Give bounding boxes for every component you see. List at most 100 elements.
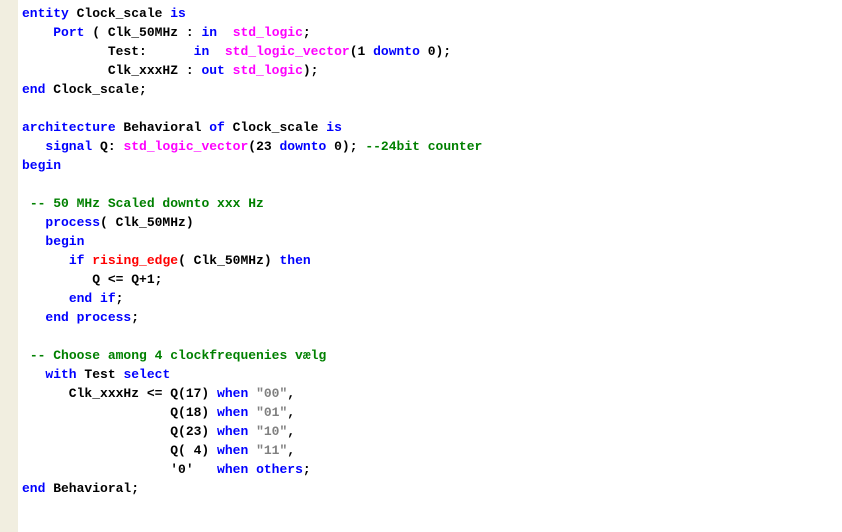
token-kw: begin [22,158,61,173]
code-line: Q(18) when "01", [22,403,838,422]
token-comment: --24bit counter [365,139,482,154]
token-plain [248,462,256,477]
token-kw: end [69,291,92,306]
token-plain: Clk_xxxHz <= Q(17) [22,386,217,401]
code-line: -- 50 MHz Scaled downto xxx Hz [22,194,838,213]
token-kw: end [22,82,45,97]
token-plain: , [287,405,295,420]
token-kw: begin [45,234,84,249]
token-plain [209,44,225,59]
token-plain: Test [77,367,124,382]
token-plain [22,215,45,230]
token-plain [22,25,53,40]
code-line: end Clock_scale; [22,80,838,99]
token-plain [22,253,69,268]
token-kw: end [22,481,45,496]
code-line: end if; [22,289,838,308]
token-kw: entity [22,6,69,21]
code-line [22,99,838,118]
token-str: "01" [256,405,287,420]
token-comment: -- 50 MHz Scaled downto xxx Hz [30,196,264,211]
code-viewer: entity Clock_scale is Port ( Clk_50MHz :… [18,0,842,532]
code-line: Q( 4) when "11", [22,441,838,460]
code-line: Q(23) when "10", [22,422,838,441]
code-line: Clk_xxxHz <= Q(17) when "00", [22,384,838,403]
code-line: if rising_edge( Clk_50MHz) then [22,251,838,270]
token-kw: downto [279,139,326,154]
token-kw: if [69,253,85,268]
code-line: entity Clock_scale is [22,4,838,23]
token-str: "00" [256,386,287,401]
token-plain [22,139,45,154]
token-kw: then [279,253,310,268]
token-plain: ( Clk_50MHz : [84,25,201,40]
token-plain: Q: [92,139,123,154]
token-plain [248,386,256,401]
token-plain: (1 [350,44,373,59]
token-plain: Behavioral [116,120,210,135]
token-plain [248,424,256,439]
code-line: signal Q: std_logic_vector(23 downto 0);… [22,137,838,156]
token-kw: select [123,367,170,382]
token-plain: Test: [22,44,194,59]
token-kw: if [100,291,116,306]
token-plain [22,234,45,249]
code-line: '0' when others; [22,460,838,479]
token-plain [225,63,233,78]
token-kw: in [194,44,210,59]
code-line: Clk_xxxHZ : out std_logic); [22,61,838,80]
token-plain: ; [116,291,124,306]
token-kw: architecture [22,120,116,135]
token-kw: when [217,462,248,477]
token-kw: of [209,120,225,135]
token-plain [92,291,100,306]
token-kw: when [217,424,248,439]
code-line: Port ( Clk_50MHz : in std_logic; [22,23,838,42]
token-kw: when [217,405,248,420]
token-plain: 0); [326,139,365,154]
code-line: architecture Behavioral of Clock_scale i… [22,118,838,137]
token-plain [22,367,45,382]
token-plain: Q(23) [22,424,217,439]
token-plain: Clock_scale; [45,82,146,97]
token-kw: is [326,120,342,135]
token-plain: Behavioral; [45,481,139,496]
token-kw: in [201,25,217,40]
token-comment: -- Choose among 4 clockfrequenies vælg [30,348,326,363]
code-line: process( Clk_50MHz) [22,213,838,232]
token-kw: when [217,386,248,401]
token-kw: out [201,63,224,78]
code-line [22,327,838,346]
token-plain: ( Clk_50MHz) [100,215,194,230]
token-fn: rising_edge [92,253,178,268]
token-plain: 0); [420,44,451,59]
code-line: Test: in std_logic_vector(1 downto 0); [22,42,838,61]
token-plain [248,443,256,458]
token-plain: Q( 4) [22,443,217,458]
token-type: std_logic [233,25,303,40]
left-gutter [0,0,18,532]
token-type: std_logic_vector [123,139,248,154]
token-plain: , [287,443,295,458]
code-line: end Behavioral; [22,479,838,498]
token-plain: Q <= Q+1; [22,272,162,287]
token-str: "11" [256,443,287,458]
token-kw: Port [53,25,84,40]
token-plain [22,310,45,325]
code-line: begin [22,232,838,251]
token-plain: Q(18) [22,405,217,420]
token-kw: when [217,443,248,458]
token-plain: Clock_scale [225,120,326,135]
token-plain: ( Clk_50MHz) [178,253,279,268]
token-plain: ); [303,63,319,78]
code-line: with Test select [22,365,838,384]
token-kw: signal [45,139,92,154]
token-plain [69,310,77,325]
code-line [22,175,838,194]
token-str: "10" [256,424,287,439]
token-plain: , [287,424,295,439]
token-plain: (23 [248,139,279,154]
token-plain [248,405,256,420]
token-type: std_logic_vector [225,44,350,59]
token-kw: others [256,462,303,477]
